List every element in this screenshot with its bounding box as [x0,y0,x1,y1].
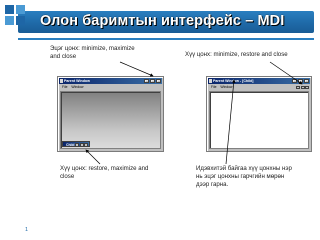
window-titlebar[interactable]: Parent Window - [Child] [208,78,310,84]
minimized-child-window[interactable]: Child [62,141,90,147]
window-title: Parent Window - [Child] [213,79,254,83]
menubar: File Window [208,85,310,90]
window-title: Parent Window [64,79,90,83]
note-child-minimized-controls: Хүү цонх: restore, maximize and close [60,165,149,181]
child-maximize-button[interactable] [79,143,84,147]
maximize-button[interactable] [150,79,155,83]
note-child-maximized-controls: Хүү цонх: minimize, restore and close [185,51,288,58]
note-parent-window-controls: Эцэг цонх: minimize, maximize and close [50,45,135,61]
arrow-to-minimized-child [85,149,101,165]
slide: Олон баримтын интерфейс – MDI Эцэг цонх:… [0,0,320,240]
menu-file[interactable]: File [62,85,67,90]
note-active-child-title: Идэвхитэй байгаа хүү цонхны нэр нь эцэг … [196,165,292,189]
window-system-icon[interactable] [209,79,212,83]
slide-title: Олон баримтын интерфейс – MDI [40,13,285,29]
menu-file[interactable]: File [211,85,216,90]
child-restore-button[interactable] [300,85,305,89]
title-underline [18,38,314,40]
minimize-button[interactable] [144,79,149,83]
menu-window[interactable]: Window [220,85,232,90]
close-button[interactable] [156,79,161,83]
page-number: 1 [25,227,29,233]
menu-window[interactable]: Window [71,85,83,90]
menubar: File Window [59,85,162,90]
parent-window-right[interactable]: Parent Window - [Child] File Window [206,76,312,152]
parent-window-left[interactable]: Parent Window File Window Child [57,76,164,152]
title-decoration-icon [5,5,31,31]
window-system-icon[interactable] [60,79,63,83]
maximize-button[interactable] [298,79,303,83]
child-close-button[interactable] [305,85,309,89]
minimized-child-title: Child [66,143,75,147]
child-client-area [209,91,309,149]
minimize-button[interactable] [292,79,297,83]
child-restore-button[interactable] [75,143,79,147]
mdi-client-area: Child [60,91,161,149]
child-close-button[interactable] [84,143,88,147]
window-titlebar[interactable]: Parent Window [59,78,162,84]
child-minimize-button[interactable] [296,85,300,89]
arrow-to-parent-controls [119,61,154,77]
close-button[interactable] [304,79,309,83]
